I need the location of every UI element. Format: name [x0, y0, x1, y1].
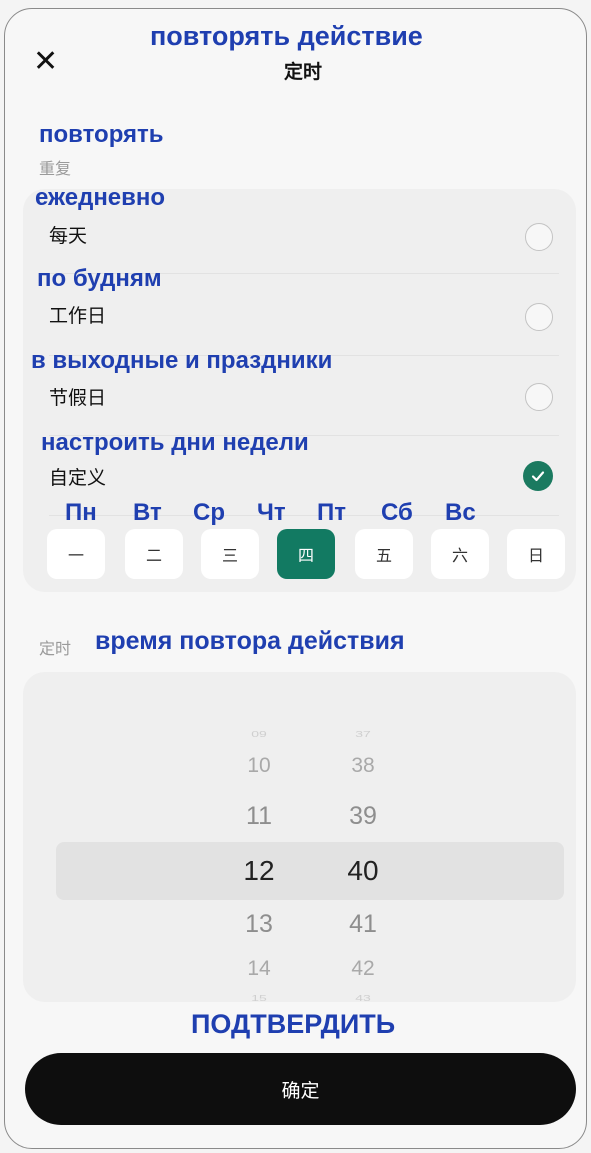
option-overlay-label: настроить дни недели — [41, 429, 309, 456]
timing-overlay-label: время повтора действия — [95, 627, 405, 655]
hour-option[interactable]: 15 — [219, 993, 299, 1002]
minute-option[interactable]: 38 — [323, 754, 403, 778]
minute-option[interactable]: 37 — [323, 729, 403, 739]
confirm-button-label: 确定 — [281, 1079, 320, 1102]
weekday-button-tue[interactable]: 二 — [125, 529, 183, 579]
option-overlay-label: по будням — [37, 265, 162, 292]
close-icon[interactable]: ✕ — [33, 47, 58, 77]
weekday-overlay-tue: Вт — [133, 499, 162, 526]
radio-unchecked-icon[interactable] — [525, 223, 553, 251]
radio-checked-icon[interactable] — [523, 461, 553, 491]
weekday-button-mon[interactable]: 一 — [47, 529, 105, 579]
picker-selection-band — [56, 842, 564, 900]
weekday-button-fri[interactable]: 五 — [355, 529, 413, 579]
minute-option[interactable]: 42 — [323, 957, 403, 981]
repeat-section-label: 重复 — [39, 159, 72, 178]
repeat-overlay-label: повторять — [39, 121, 164, 148]
hour-option[interactable]: 13 — [219, 910, 299, 939]
timer-sheet: ✕ повторять действие 定时 повторять 重复 еже… — [4, 8, 587, 1149]
weekday-button-wed[interactable]: 三 — [201, 529, 259, 579]
time-picker[interactable]: 09 10 11 12 13 14 15 37 38 39 40 41 42 4… — [23, 672, 576, 1002]
option-label: 节假日 — [49, 387, 107, 409]
weekday-overlay-fri: Пт — [317, 499, 347, 526]
page-title: 定时 — [284, 61, 323, 83]
weekday-overlay-sun: Вс — [445, 499, 476, 526]
radio-unchecked-icon[interactable] — [525, 383, 553, 411]
hour-option[interactable]: 09 — [219, 729, 299, 739]
divider — [49, 515, 559, 516]
hour-option[interactable]: 11 — [219, 802, 299, 831]
option-label: 工作日 — [49, 305, 107, 327]
option-overlay-label: ежедневно — [35, 184, 166, 211]
minute-option[interactable]: 43 — [323, 993, 403, 1002]
weekday-button-sat[interactable]: 六 — [431, 529, 489, 579]
weekday-overlay-mon: Пн — [65, 499, 97, 526]
timing-section-label: 定时 — [39, 639, 72, 658]
weekday-overlay-wed: Ср — [193, 499, 225, 526]
option-label: 自定义 — [49, 467, 107, 489]
hour-option[interactable]: 14 — [219, 957, 299, 981]
minute-selected[interactable]: 40 — [323, 855, 403, 887]
weekday-overlay-thu: Чт — [257, 499, 286, 526]
weekday-overlay-sat: Сб — [381, 499, 413, 526]
option-overlay-label: в выходные и праздники — [31, 347, 333, 374]
hour-option[interactable]: 10 — [219, 754, 299, 778]
option-label: 每天 — [49, 225, 88, 247]
hour-selected[interactable]: 12 — [219, 855, 299, 887]
weekday-button-thu[interactable]: 四 — [277, 529, 335, 579]
header-overlay-label: повторять действие — [150, 21, 423, 51]
minute-option[interactable]: 41 — [323, 910, 403, 939]
minute-option[interactable]: 39 — [323, 802, 403, 831]
confirm-button[interactable]: 确定 — [25, 1053, 576, 1125]
radio-unchecked-icon[interactable] — [525, 303, 553, 331]
weekday-button-sun[interactable]: 日 — [507, 529, 565, 579]
confirm-overlay-label: ПОДТВЕРДИТЬ — [191, 1009, 396, 1039]
